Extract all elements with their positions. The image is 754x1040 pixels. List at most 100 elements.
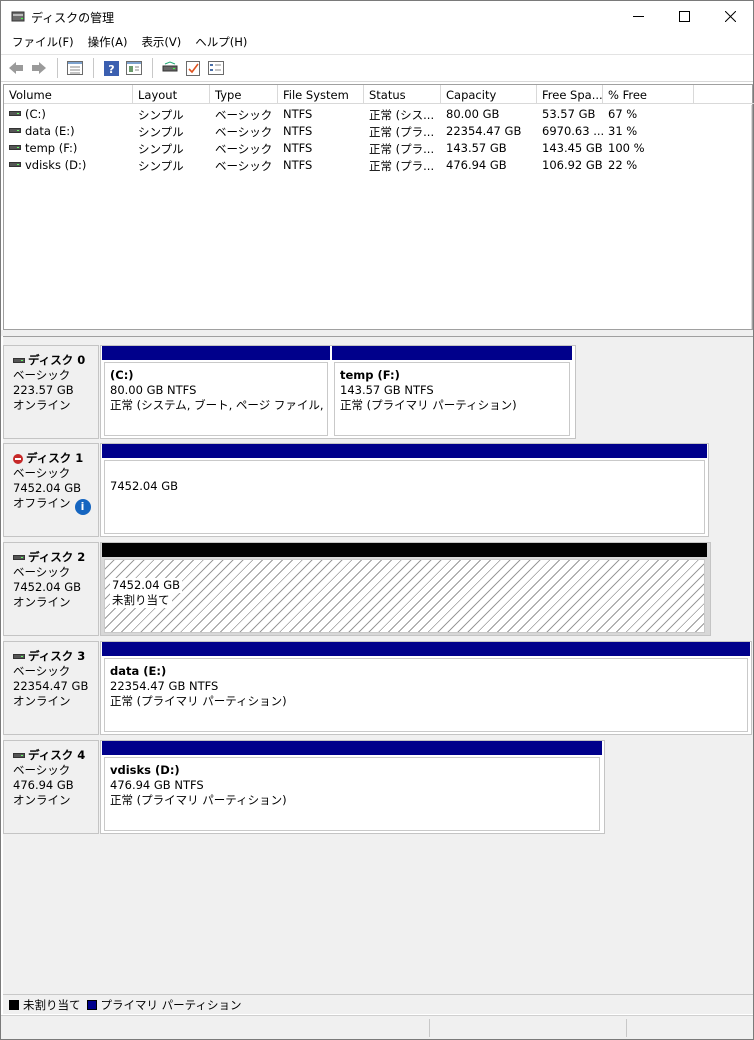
disk-name: ディスク 3 bbox=[13, 649, 98, 664]
toolbar-separator bbox=[93, 58, 94, 78]
legend: 未割り当て プライマリ パーティション bbox=[3, 994, 753, 1014]
status-cell: 正常 (プラ... bbox=[369, 142, 435, 156]
column-header-status[interactable]: Status bbox=[364, 85, 441, 104]
partition-status: 正常 (プライマリ パーティション) bbox=[110, 793, 287, 807]
toolbar-separator bbox=[57, 58, 58, 78]
disk-graphical-view: ディスク 0 ベーシック 223.57 GB オンライン (C:) 80.00 … bbox=[3, 336, 753, 994]
column-header-volume[interactable]: Volume bbox=[4, 85, 133, 104]
disk-row-4: ディスク 4 ベーシック 476.94 GB オンライン vdisks (D:)… bbox=[3, 740, 607, 834]
properties-button[interactable] bbox=[123, 57, 145, 79]
disk-info-0[interactable]: ディスク 0 ベーシック 223.57 GB オンライン bbox=[3, 345, 99, 439]
rescan-icon bbox=[162, 61, 178, 72]
maximize-button[interactable] bbox=[661, 1, 707, 31]
free-space-cell: 53.57 GB bbox=[542, 107, 596, 121]
legend-swatch bbox=[9, 999, 19, 1010]
volume-cell: temp (F:) bbox=[4, 139, 133, 156]
rescan-button[interactable] bbox=[159, 57, 181, 79]
partition-offline[interactable]: 7452.04 GB bbox=[102, 444, 707, 536]
disk-info-4[interactable]: ディスク 4 ベーシック 476.94 GB オンライン bbox=[3, 740, 99, 834]
partition-body: vdisks (D:) 476.94 GB NTFS 正常 (プライマリ パーテ… bbox=[104, 757, 600, 831]
partition-e[interactable]: data (E:) 22354.47 GB NTFS 正常 (プライマリ パーテ… bbox=[102, 642, 750, 734]
volume-name: temp (F:) bbox=[25, 141, 78, 155]
partition-title: (C:) bbox=[110, 368, 134, 382]
disk-type: ベーシック bbox=[13, 466, 71, 480]
check-button[interactable] bbox=[182, 57, 204, 79]
volume-cell: data (E:) bbox=[4, 122, 133, 139]
disk-label: ディスク 3 bbox=[28, 649, 86, 663]
layout-cell: シンプル bbox=[138, 142, 184, 156]
disk-icon bbox=[13, 358, 25, 363]
column-header-layout[interactable]: Layout bbox=[133, 85, 210, 104]
drive-icon bbox=[9, 111, 21, 116]
partition-title: temp (F:) bbox=[340, 368, 400, 382]
disk-size: 22354.47 GB bbox=[13, 679, 89, 693]
volume-row[interactable]: (C:) シンプル ベーシック NTFS 正常 (シス... 80.00 GB … bbox=[4, 105, 694, 122]
disk-info-1[interactable]: ディスク 1 ベーシック 7452.04 GB オフライン i bbox=[3, 443, 99, 537]
close-button[interactable] bbox=[707, 1, 753, 31]
partition-unallocated[interactable]: 7452.04 GB 未割り当て bbox=[102, 543, 707, 635]
menu-action[interactable]: 操作(A) bbox=[81, 34, 135, 50]
partition-c[interactable]: (C:) 80.00 GB NTFS 正常 (システム, ブート, ページ ファ… bbox=[102, 346, 330, 438]
disk-name: ディスク 0 bbox=[13, 353, 98, 368]
column-header-type[interactable]: Type bbox=[210, 85, 278, 104]
disk-list-button[interactable] bbox=[64, 57, 86, 79]
partition-f[interactable]: temp (F:) 143.57 GB NTFS 正常 (プライマリ パーティシ… bbox=[332, 346, 572, 438]
partition-d[interactable]: vdisks (D:) 476.94 GB NTFS 正常 (プライマリ パーテ… bbox=[102, 741, 602, 833]
fs-cell: NTFS bbox=[283, 141, 313, 155]
disk-label: ディスク 1 bbox=[26, 451, 84, 465]
disk-info-2[interactable]: ディスク 2 ベーシック 7452.04 GB オンライン bbox=[3, 542, 99, 636]
capacity-cell: 80.00 GB bbox=[446, 107, 500, 121]
info-icon[interactable]: i bbox=[74, 499, 91, 515]
forward-icon bbox=[32, 62, 46, 74]
disk-state: オンライン bbox=[13, 398, 71, 412]
help-icon: ? bbox=[103, 60, 119, 76]
column-header-free-space[interactable]: Free Spa... bbox=[537, 85, 603, 104]
column-header-capacity[interactable]: Capacity bbox=[441, 85, 537, 104]
disk-state: オンライン bbox=[13, 694, 71, 708]
minimize-button[interactable] bbox=[615, 1, 661, 31]
fs-cell: NTFS bbox=[283, 107, 313, 121]
column-header-filler bbox=[694, 85, 754, 104]
status-cell: 正常 (シス... bbox=[369, 108, 435, 122]
partition-body: temp (F:) 143.57 GB NTFS 正常 (プライマリ パーティシ… bbox=[334, 362, 570, 436]
status-bar bbox=[1, 1015, 753, 1039]
disk-label: ディスク 4 bbox=[28, 748, 86, 762]
legend-label: プライマリ パーティション bbox=[100, 997, 242, 1012]
toolbar-separator bbox=[152, 58, 153, 78]
disk-name: ディスク 1 bbox=[13, 451, 98, 466]
layout-cell: シンプル bbox=[138, 159, 184, 173]
forward-button[interactable] bbox=[28, 57, 50, 79]
column-header-percent-free[interactable]: % Free bbox=[603, 85, 694, 104]
disk-state: オンライン bbox=[13, 793, 71, 807]
volume-row[interactable]: temp (F:) シンプル ベーシック NTFS 正常 (プラ... 143.… bbox=[4, 139, 694, 156]
partition-bar bbox=[102, 642, 750, 656]
partition-body: 7452.04 GB 未割り当て bbox=[104, 559, 705, 633]
type-cell: ベーシック bbox=[215, 142, 273, 156]
volume-row[interactable]: data (E:) シンプル ベーシック NTFS 正常 (プラ... 2235… bbox=[4, 122, 694, 139]
volume-name: vdisks (D:) bbox=[25, 158, 87, 172]
percent-free-cell: 67 % bbox=[608, 107, 638, 121]
partition-size: 22354.47 GB NTFS bbox=[110, 679, 219, 693]
settings-button[interactable] bbox=[205, 57, 227, 79]
disk-partitions-3: data (E:) 22354.47 GB NTFS 正常 (プライマリ パーテ… bbox=[100, 641, 752, 735]
status-bar-divider bbox=[626, 1019, 627, 1037]
partition-status: 正常 (プライマリ パーティション) bbox=[340, 398, 517, 412]
offline-disk-icon bbox=[13, 453, 23, 464]
capacity-cell: 22354.47 GB bbox=[446, 124, 522, 138]
status-cell: 正常 (プラ... bbox=[369, 159, 435, 173]
menu-view[interactable]: 表示(V) bbox=[134, 34, 188, 50]
disk-management-window: ディスクの管理 ファイル(F) 操作(A) 表示(V) ヘルプ(H) ? Vol… bbox=[0, 0, 754, 1040]
partition-title: data (E:) bbox=[110, 664, 167, 678]
column-header-file-system[interactable]: File System bbox=[278, 85, 364, 104]
help-button[interactable]: ? bbox=[100, 57, 122, 79]
partition-bar bbox=[332, 346, 572, 360]
drive-icon bbox=[9, 128, 21, 133]
menu-file[interactable]: ファイル(F) bbox=[5, 34, 81, 50]
disk-info-3[interactable]: ディスク 3 ベーシック 22354.47 GB オンライン bbox=[3, 641, 99, 735]
back-button[interactable] bbox=[5, 57, 27, 79]
menu-help[interactable]: ヘルプ(H) bbox=[188, 34, 254, 50]
disk-row-2: ディスク 2 ベーシック 7452.04 GB オンライン 7452.04 GB… bbox=[3, 542, 713, 636]
partition-bar bbox=[102, 543, 707, 557]
volume-row[interactable]: vdisks (D:) シンプル ベーシック NTFS 正常 (プラ... 47… bbox=[4, 156, 694, 173]
disk-list-icon bbox=[67, 61, 83, 75]
